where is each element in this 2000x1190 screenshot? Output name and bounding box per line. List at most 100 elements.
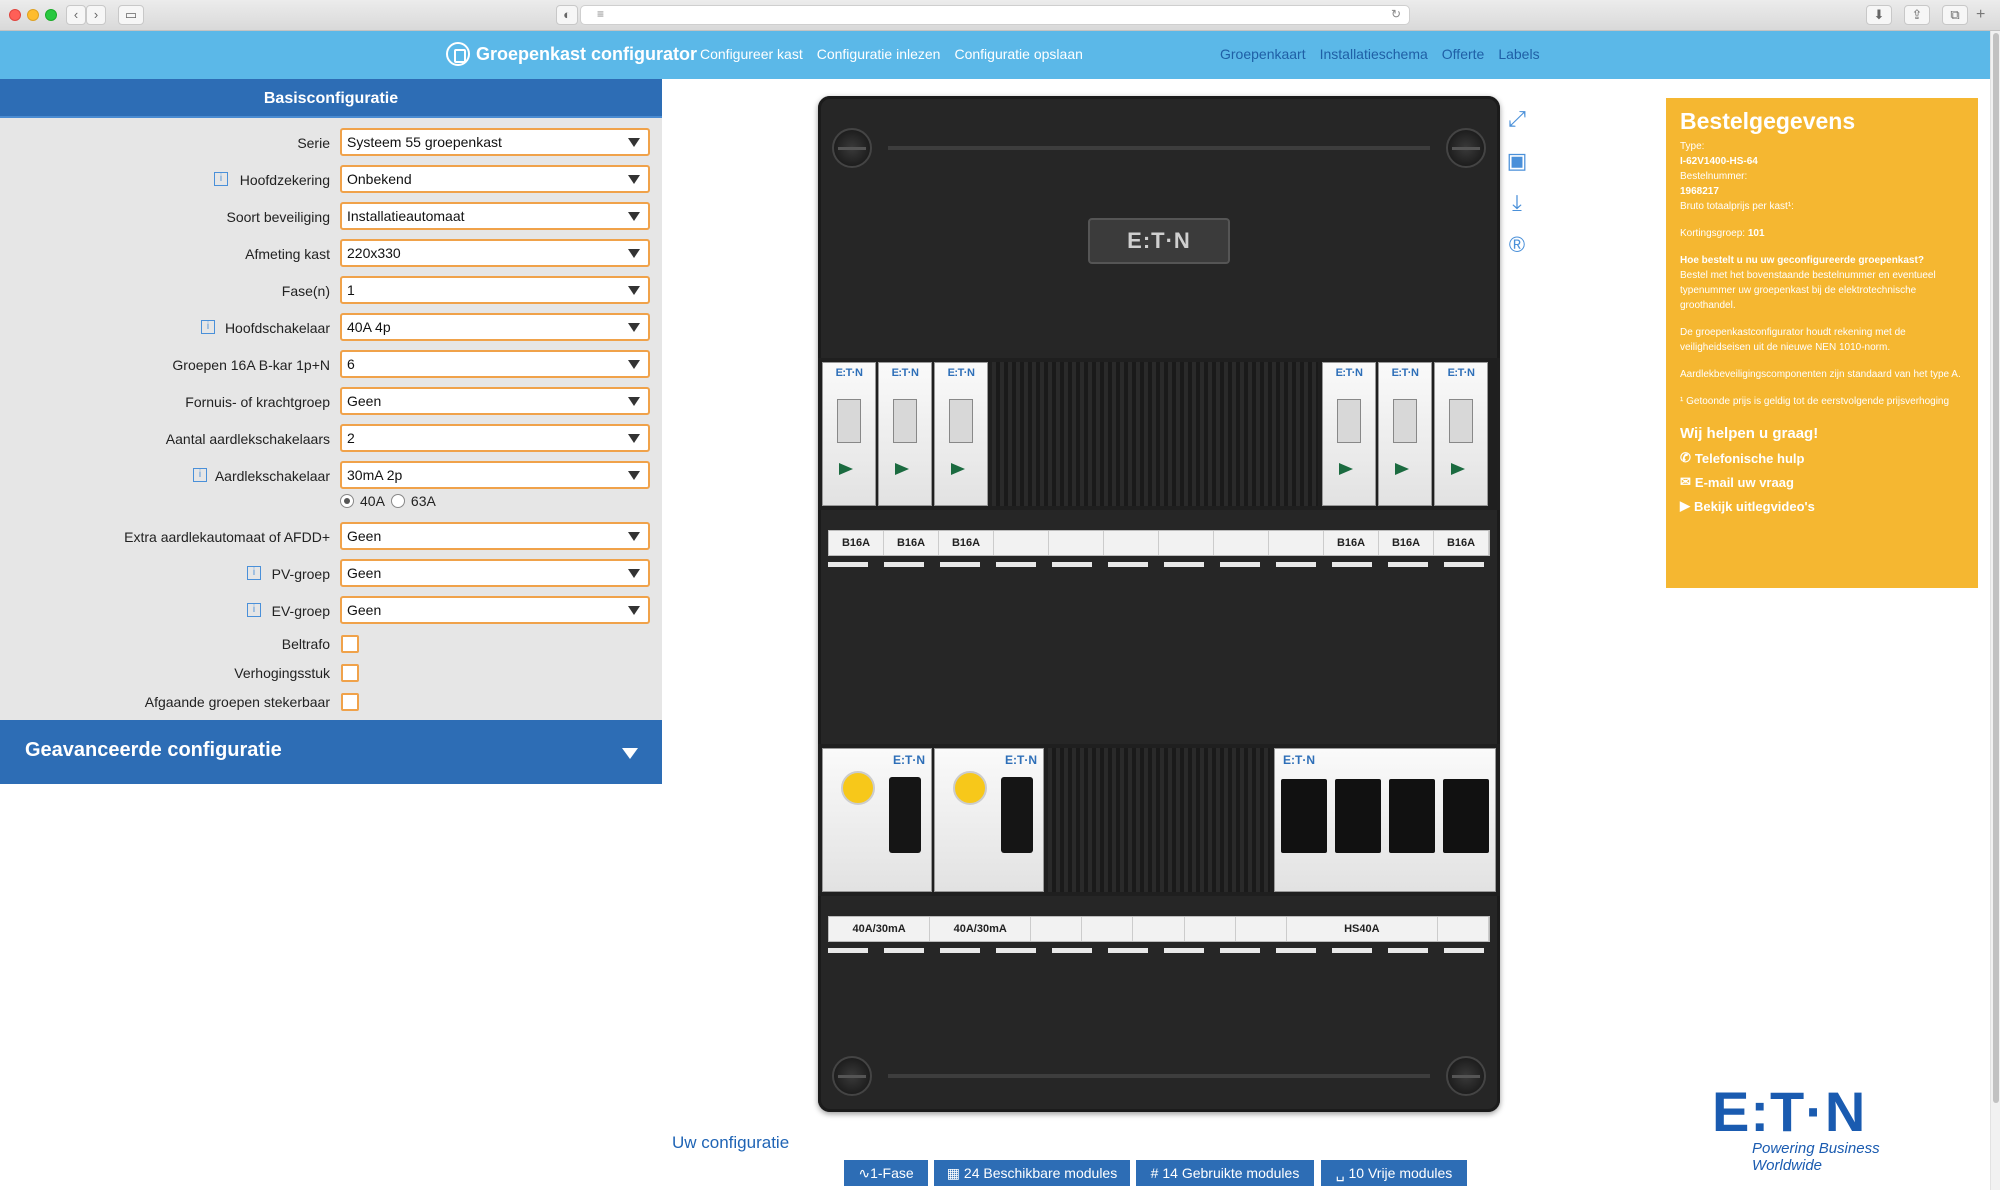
afmeting-select[interactable]: 220x330 bbox=[340, 239, 650, 267]
radio-63a-label: 63A bbox=[410, 493, 436, 509]
pv-groep-select[interactable]: Geen bbox=[340, 559, 650, 587]
nav-offerte[interactable]: Offerte bbox=[1442, 46, 1485, 62]
korting-value: 101 bbox=[1747, 228, 1765, 239]
new-tab-icon[interactable]: + bbox=[1976, 6, 1985, 24]
beveiliging-select[interactable]: Installatieautomaat bbox=[340, 202, 650, 230]
mcb-lever bbox=[837, 399, 861, 443]
aardlek-note: Aardlekbeveiligingscomponenten zijn stan… bbox=[1680, 369, 1961, 380]
mcb-module[interactable]: E:T·N bbox=[1322, 362, 1376, 506]
ev-groep-select[interactable]: Geen bbox=[340, 596, 650, 624]
aardlekschakelaar-select[interactable]: 30mA 2p bbox=[340, 461, 650, 489]
type-label: Type: bbox=[1680, 141, 1705, 152]
nav-groepenkaart[interactable]: Groepenkaart bbox=[1220, 46, 1306, 62]
test-button[interactable] bbox=[953, 771, 987, 805]
scrollbar-thumb[interactable] bbox=[1993, 33, 1999, 1103]
privacy-shield-icon[interactable]: ◐ bbox=[556, 5, 578, 25]
eaton-logo: E:T·N Powering Business Worldwide bbox=[1712, 1084, 1932, 1175]
extra-aardlek-select[interactable]: Geen bbox=[340, 522, 650, 550]
info-icon[interactable]: i bbox=[214, 172, 228, 186]
groepen-select[interactable]: 6 bbox=[340, 350, 650, 378]
status-indicator bbox=[1339, 463, 1353, 475]
nav-configuratie-opslaan[interactable]: Configuratie opslaan bbox=[954, 46, 1082, 62]
video-link[interactable]: ▶ Bekijk uitlegvideo's bbox=[1680, 498, 1964, 514]
address-bar[interactable]: ≡ ↻ bbox=[580, 5, 1410, 25]
wave-icon: ∿ bbox=[858, 1165, 871, 1181]
button-label: 14 Gebruikte modules bbox=[1162, 1165, 1300, 1181]
dropdown-arrow-icon bbox=[628, 397, 640, 406]
advanced-config-title: Geavanceerde configuratie bbox=[25, 739, 282, 761]
hoofdzekering-select[interactable]: Onbekend bbox=[340, 165, 650, 193]
reload-icon[interactable]: ↻ bbox=[1391, 7, 1401, 21]
fasen-select[interactable]: 1 bbox=[340, 276, 650, 304]
info-icon[interactable]: i bbox=[201, 320, 215, 334]
link-label: Telefonische hulp bbox=[1694, 450, 1805, 466]
nav-labels[interactable]: Labels bbox=[1498, 46, 1539, 62]
free-modules-button[interactable]: ␣ 10 Vrije modules bbox=[1321, 1160, 1467, 1186]
phone-help-link[interactable]: ✆ Telefonische hulp bbox=[1680, 450, 1964, 466]
brand[interactable]: Groepenkast configurator bbox=[446, 42, 697, 66]
rcd-module[interactable]: E:T·N bbox=[822, 748, 932, 892]
back-icon[interactable]: ‹ bbox=[66, 5, 86, 25]
nav-actions: Configureer kast Configuratie inlezen Co… bbox=[700, 46, 1083, 62]
beltrafo-checkbox[interactable] bbox=[341, 635, 359, 653]
nav-installatieschema[interactable]: Installatieschema bbox=[1320, 46, 1428, 62]
fornuisgroep-select[interactable]: Geen bbox=[340, 387, 650, 415]
test-button[interactable] bbox=[841, 771, 875, 805]
checkbox-label: Beltrafo bbox=[281, 636, 330, 652]
radio-63a[interactable] bbox=[390, 494, 405, 508]
info-icon[interactable]: i bbox=[247, 566, 261, 580]
advanced-config-toggle[interactable]: Geavanceerde configuratie bbox=[0, 720, 662, 784]
order-instructions: Bestel met het bovenstaande bestelnummer… bbox=[1680, 270, 1936, 311]
field-label: PV-groep bbox=[271, 566, 330, 582]
mcb-module[interactable]: E:T·N bbox=[1434, 362, 1488, 506]
sidebar-toggle-icon[interactable]: ▭ bbox=[118, 5, 144, 25]
download-icon[interactable]: ⬇ bbox=[1866, 5, 1892, 25]
forward-icon[interactable]: › bbox=[86, 5, 106, 25]
available-modules-button[interactable]: ▦ 24 Beschikbare modules bbox=[934, 1160, 1130, 1186]
link-label: Bekijk uitlegvideo's bbox=[1694, 498, 1815, 514]
main-switch-module[interactable]: E:T·N bbox=[1274, 748, 1496, 892]
share-icon[interactable]: ⇪ bbox=[1904, 5, 1930, 25]
dropdown-arrow-icon bbox=[628, 606, 640, 615]
registered-icon[interactable]: ® bbox=[1502, 230, 1532, 260]
serie-select[interactable]: Systeem 55 groepenkast bbox=[340, 128, 650, 156]
nav-configureer-kast[interactable]: Configureer kast bbox=[700, 46, 803, 62]
label-tick-row bbox=[828, 948, 1490, 953]
rcd-module[interactable]: E:T·N bbox=[934, 748, 1044, 892]
download-image-icon[interactable]: ⤓ bbox=[1502, 188, 1532, 218]
nav-configuratie-inlezen[interactable]: Configuratie inlezen bbox=[817, 46, 941, 62]
button-label: 24 Beschikbare modules bbox=[963, 1165, 1118, 1181]
hoofdschakelaar-select[interactable]: 40A 4p bbox=[340, 313, 650, 341]
radio-40a[interactable] bbox=[340, 494, 354, 508]
switch-pole bbox=[1281, 779, 1327, 853]
select-value: Onbekend bbox=[347, 171, 412, 187]
tabs-icon[interactable]: ⧉ bbox=[1942, 5, 1968, 25]
reader-icon[interactable]: ≡ bbox=[597, 7, 604, 21]
field-label: Groepen 16A B-kar 1p+N bbox=[172, 357, 330, 373]
mcb-module[interactable]: E:T·N bbox=[878, 362, 932, 506]
phase-button[interactable]: ∿1-Fase bbox=[844, 1160, 928, 1186]
bruto-label: Bruto totaalprijs per kast¹: bbox=[1680, 201, 1794, 212]
group-label bbox=[1236, 917, 1287, 941]
minimize-window-button[interactable] bbox=[27, 9, 39, 21]
used-modules-button[interactable]: # 14 Gebruikte modules bbox=[1136, 1160, 1314, 1186]
zoom-window-button[interactable] bbox=[45, 9, 57, 21]
mcb-module[interactable]: E:T·N bbox=[1378, 362, 1432, 506]
aantal-aardlek-select[interactable]: 2 bbox=[340, 424, 650, 452]
email-link[interactable]: ✉ E-mail uw vraag bbox=[1680, 474, 1964, 490]
screw-bottom-left bbox=[832, 1056, 872, 1096]
field-fornuisgroep: Fornuis- of krachtgroep Geen bbox=[0, 387, 662, 417]
fullscreen-icon[interactable]: ⤢ bbox=[1502, 104, 1532, 134]
field-label: Extra aardlekautomaat of AFDD+ bbox=[124, 529, 330, 545]
info-icon[interactable]: i bbox=[247, 603, 261, 617]
mcb-lever bbox=[1393, 399, 1417, 443]
mcb-module[interactable]: E:T·N bbox=[822, 362, 876, 506]
stekerbaar-checkbox[interactable] bbox=[341, 693, 359, 711]
close-window-button[interactable] bbox=[9, 9, 21, 21]
group-label bbox=[1082, 917, 1134, 941]
mcb-module[interactable]: E:T·N bbox=[934, 362, 988, 506]
verhogingsstuk-checkbox[interactable] bbox=[341, 664, 359, 682]
info-icon[interactable]: i bbox=[193, 468, 207, 482]
page-scrollbar[interactable] bbox=[1990, 31, 2000, 1190]
image-icon[interactable]: ▣ bbox=[1502, 146, 1532, 176]
